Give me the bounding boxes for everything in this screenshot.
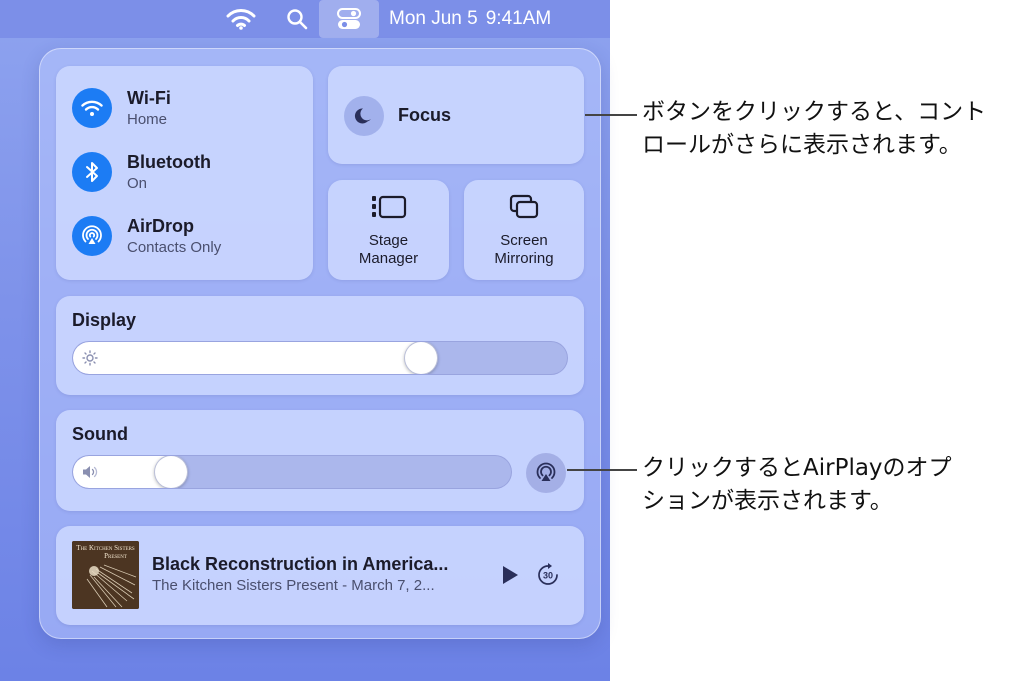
menu-bar-time: 9:41AM bbox=[485, 8, 552, 29]
wifi-status: Home bbox=[127, 111, 168, 128]
sound-volume-slider[interactable] bbox=[72, 455, 512, 489]
bluetooth-icon[interactable] bbox=[72, 152, 112, 192]
sound-slider-knob[interactable] bbox=[154, 456, 188, 488]
airplay-audio-icon[interactable] bbox=[526, 453, 566, 493]
controls-callout-line bbox=[585, 114, 637, 116]
speaker-icon bbox=[81, 463, 99, 481]
airdrop-title: AirDrop bbox=[127, 216, 194, 236]
wifi-title: Wi-Fi bbox=[127, 88, 171, 108]
sun-icon bbox=[81, 349, 99, 367]
now-playing-title: Black Reconstruction in America... bbox=[152, 554, 449, 574]
screen-mirroring-tile[interactable]: Screen Mirroring bbox=[464, 180, 584, 280]
search-icon[interactable] bbox=[284, 6, 310, 32]
sound-tile: Sound bbox=[56, 410, 584, 511]
skip-forward-30-icon[interactable]: 30 bbox=[534, 561, 562, 589]
now-playing-subtitle: The Kitchen Sisters Present - March 7, 2… bbox=[152, 577, 435, 594]
display-slider-knob[interactable] bbox=[404, 342, 438, 374]
airplay-callout: クリックするとAirPlayのオプ ションが表示されます。 bbox=[642, 452, 1012, 518]
airplay-callout-line1: クリックするとAirPlayのオプ bbox=[642, 455, 952, 481]
sound-title: Sound bbox=[72, 424, 128, 444]
stage-manager-tile[interactable]: Stage Manager bbox=[328, 180, 449, 280]
focus-label: Focus bbox=[398, 105, 452, 125]
stage-manager-label-line1: Stage bbox=[368, 232, 409, 249]
album-artwork-text: The Kitchen Sisters Present bbox=[74, 544, 137, 560]
airplay-callout-line bbox=[567, 469, 637, 471]
airdrop-control[interactable]: AirDrop Contacts Only bbox=[72, 214, 302, 258]
stage-manager-label: Stage Manager bbox=[328, 232, 449, 268]
stage-manager-label-line2: Manager bbox=[358, 250, 419, 267]
menu-bar-clock[interactable]: Mon Jun 5 9:41AM bbox=[389, 0, 551, 38]
album-artwork-text-line1: The Kitchen Sisters bbox=[76, 544, 135, 552]
bluetooth-control[interactable]: Bluetooth On bbox=[72, 150, 302, 194]
moon-icon bbox=[344, 96, 384, 136]
airdrop-icon[interactable] bbox=[72, 216, 112, 256]
album-artwork: The Kitchen Sisters Present bbox=[72, 541, 139, 609]
network-tile: Wi-Fi Home Bluetooth On AirDrop Contacts… bbox=[56, 66, 313, 280]
focus-tile[interactable]: Focus bbox=[328, 66, 584, 164]
menu-bar: Mon Jun 5 9:41AM bbox=[0, 0, 610, 38]
display-brightness-slider[interactable] bbox=[72, 341, 568, 375]
display-slider-fill bbox=[73, 342, 421, 374]
controls-callout-line2: ロールがさらに表示されます。 bbox=[642, 132, 962, 158]
now-playing-tile[interactable]: The Kitchen Sisters Present Black Recons… bbox=[56, 526, 584, 625]
controls-callout-line1: ボタンをクリックすると、コント bbox=[642, 99, 987, 125]
skip-forward-value: 30 bbox=[543, 571, 553, 581]
bluetooth-status: On bbox=[127, 175, 148, 192]
screen-mirroring-label: Screen Mirroring bbox=[464, 232, 584, 268]
wifi-control[interactable]: Wi-Fi Home bbox=[72, 86, 302, 130]
screen-mirroring-icon bbox=[464, 192, 584, 222]
screen-mirroring-label-line2: Mirroring bbox=[494, 250, 554, 267]
screen-mirroring-label-line1: Screen bbox=[500, 232, 548, 249]
airdrop-status: Contacts Only bbox=[127, 239, 222, 256]
wifi-icon[interactable] bbox=[226, 6, 256, 32]
controls-callout: ボタンをクリックすると、コント ロールがさらに表示されます。 bbox=[642, 96, 1012, 162]
album-artwork-text-line2: Present bbox=[104, 552, 127, 560]
play-icon[interactable] bbox=[496, 562, 522, 588]
display-tile: Display bbox=[56, 296, 584, 395]
control-center-panel: Wi-Fi Home Bluetooth On AirDrop Contacts… bbox=[39, 48, 601, 639]
display-title: Display bbox=[72, 310, 137, 330]
airplay-callout-line2: ションが表示されます。 bbox=[642, 488, 893, 514]
bluetooth-title: Bluetooth bbox=[127, 152, 211, 172]
wifi-icon[interactable] bbox=[72, 88, 112, 128]
control-center-icon[interactable] bbox=[319, 0, 379, 38]
menu-bar-date: Mon Jun 5 bbox=[389, 8, 478, 29]
stage-manager-icon bbox=[328, 192, 449, 222]
